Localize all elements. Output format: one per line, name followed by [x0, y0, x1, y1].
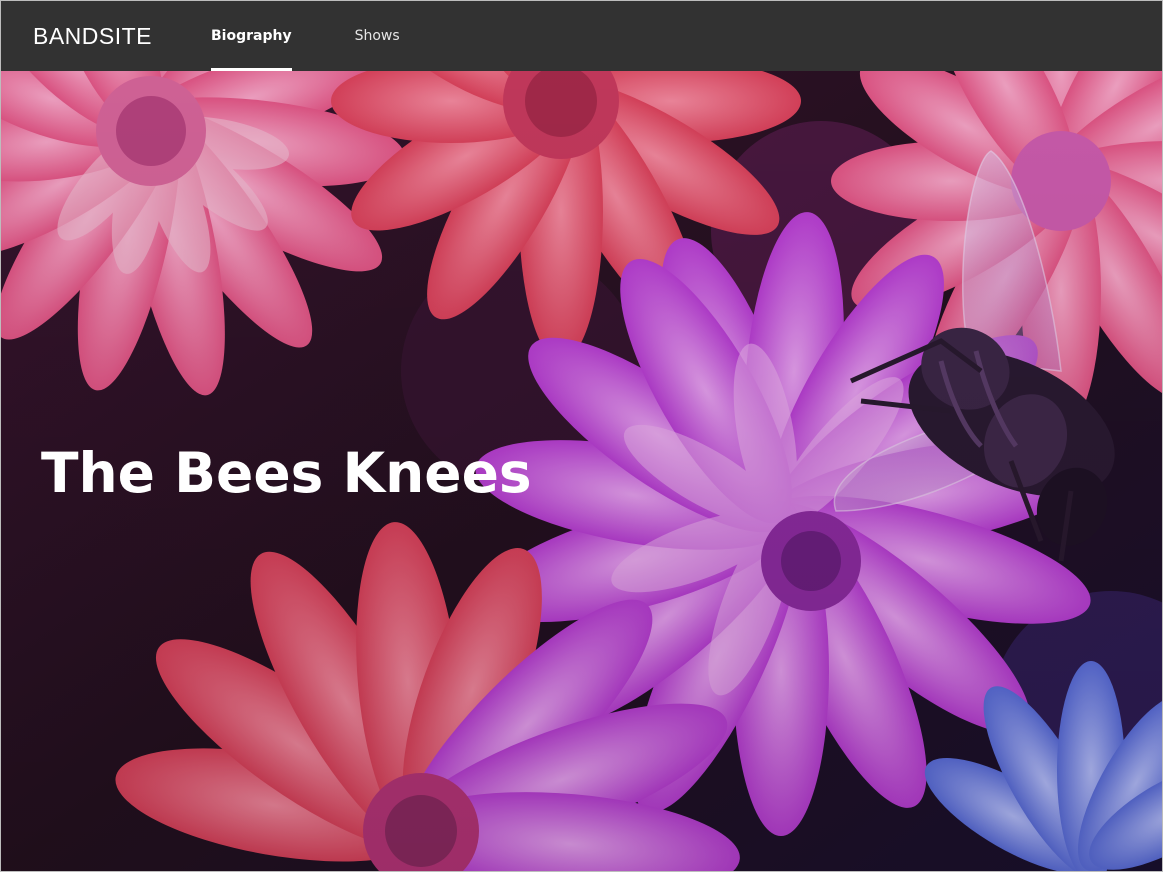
- nav-link-biography[interactable]: Biography: [211, 1, 292, 71]
- nav-link-shows[interactable]: Shows: [355, 1, 400, 71]
- page-frame: BANDSITE Biography Shows The Bees Knees: [0, 0, 1163, 872]
- site-header: BANDSITE Biography Shows: [1, 1, 1162, 71]
- main-nav: Biography Shows: [211, 1, 463, 71]
- site-logo[interactable]: BANDSITE: [33, 23, 152, 50]
- hero-title: The Bees Knees: [41, 441, 532, 505]
- hero-section: The Bees Knees: [1, 71, 1162, 871]
